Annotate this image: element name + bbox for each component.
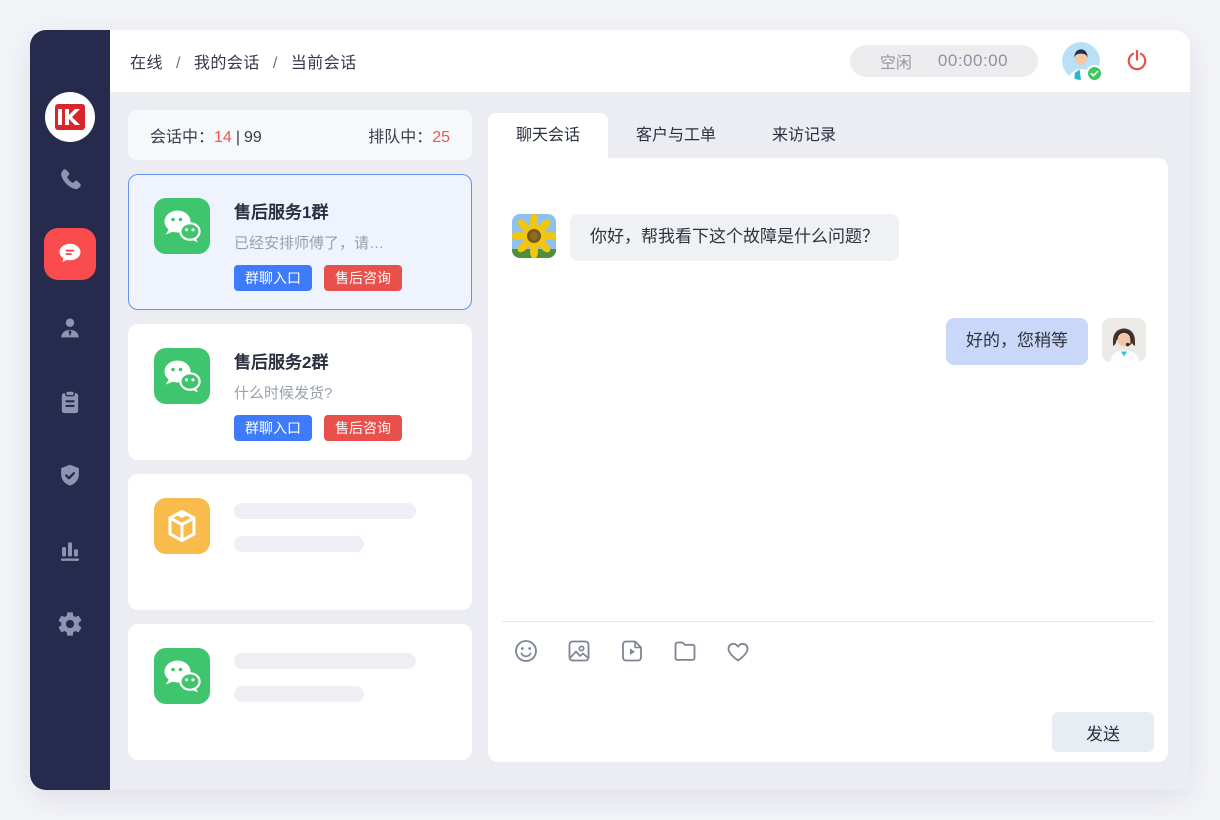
session-list-panel: 会话中：14|99 排队中：25: [128, 110, 472, 760]
agent-avatar-headset: [1102, 318, 1146, 362]
app-logo: [45, 92, 95, 142]
app-window: 在线 / 我的会话 / 当前会话 空闲 00:00:00: [30, 30, 1190, 790]
session-card-title: 售后服务1群: [234, 198, 402, 223]
in-session-total: 99: [244, 129, 262, 146]
check-icon: [1090, 69, 1099, 78]
nav-item-contacts[interactable]: [44, 302, 96, 354]
folder-icon: [671, 637, 699, 665]
nav-item-settings[interactable]: [44, 598, 96, 650]
power-icon: [1125, 49, 1149, 73]
placeholder-bar: [234, 653, 416, 669]
phone-icon: [56, 166, 84, 194]
in-session-count: 会话中：14|99: [150, 123, 262, 147]
heart-icon: [724, 637, 752, 665]
gear-icon: [56, 610, 84, 638]
queue-count: 排队中：25: [368, 123, 450, 147]
agent-avatar[interactable]: [1062, 42, 1100, 80]
emoji-icon: [512, 637, 540, 665]
session-card-tags: 群聊入口 售后咨询: [234, 415, 402, 441]
outgoing-message-bubble: 好的，您稍等: [946, 318, 1088, 365]
nav-item-calls[interactable]: [44, 154, 96, 206]
message-outgoing: 好的，您稍等: [946, 318, 1146, 365]
wechat-icon: [154, 648, 210, 704]
placeholder-bar: [234, 536, 364, 552]
session-card-title: 售后服务2群: [234, 348, 402, 373]
session-counter-bar: 会话中：14|99 排队中：25: [128, 110, 472, 160]
nav-item-security[interactable]: [44, 450, 96, 502]
queue-number: 25: [432, 129, 450, 146]
placeholder-bar: [234, 503, 416, 519]
breadcrumb: 在线 / 我的会话 / 当前会话: [130, 49, 357, 73]
favorite-button[interactable]: [724, 637, 752, 665]
bar-chart-icon: [56, 536, 84, 564]
send-button[interactable]: 发送: [1052, 712, 1154, 752]
top-header: 在线 / 我的会话 / 当前会话 空闲 00:00:00: [110, 30, 1190, 92]
breadcrumb-current-session[interactable]: 当前会话: [291, 55, 357, 72]
breadcrumb-separator: /: [176, 55, 181, 72]
nav-item-tasks[interactable]: [44, 376, 96, 428]
session-card-placeholder[interactable]: [128, 474, 472, 610]
chat-bubble-icon: [56, 240, 84, 268]
online-badge: [1086, 65, 1103, 82]
incoming-message-bubble: 你好，帮我看下这个故障是什么问题？: [570, 214, 899, 261]
in-session-current: 14: [214, 129, 232, 146]
wechat-icon: [154, 348, 210, 404]
session-card-tags: 群聊入口 售后咨询: [234, 265, 402, 291]
chat-tabs: 聊天会话 客户与工单 来访记录: [488, 113, 1168, 158]
group-entry-tag[interactable]: 群聊入口: [234, 415, 312, 441]
user-icon: [56, 314, 84, 342]
placeholder-text-bars: [234, 498, 416, 609]
emoji-button[interactable]: [512, 637, 540, 665]
cube-icon: [154, 498, 210, 554]
message-incoming: 你好，帮我看下这个故障是什么问题？: [512, 214, 899, 261]
header-right: 空闲 00:00:00: [850, 42, 1150, 80]
breadcrumb-separator: /: [273, 55, 278, 72]
status-timer: 00:00:00: [938, 51, 1008, 71]
send-video-button[interactable]: [618, 637, 646, 665]
session-card-preview: 已经安排师傅了，请…: [234, 232, 402, 253]
session-card-body: 售后服务1群 已经安排师傅了，请… 群聊入口 售后咨询: [234, 198, 402, 309]
aftersales-consult-tag[interactable]: 售后咨询: [324, 415, 402, 441]
brand-logo-icon: [55, 104, 85, 130]
placeholder-text-bars: [234, 648, 416, 759]
breadcrumb-online[interactable]: 在线: [130, 55, 163, 72]
sidebar-nav: [30, 154, 110, 650]
send-image-button[interactable]: [565, 637, 593, 665]
status-label: 空闲: [880, 49, 912, 73]
composer-divider: [502, 621, 1154, 622]
wechat-icon: [154, 198, 210, 254]
send-file-button[interactable]: [671, 637, 699, 665]
nav-item-reports[interactable]: [44, 524, 96, 576]
chat-panel: 你好，帮我看下这个故障是什么问题？ 好的，您稍等: [488, 158, 1168, 762]
shield-check-icon: [56, 462, 84, 490]
session-card-body: 售后服务2群 什么时候发货? 群聊入口 售后咨询: [234, 348, 402, 459]
placeholder-bar: [234, 686, 364, 702]
agent-status-pill[interactable]: 空闲 00:00:00: [850, 45, 1038, 77]
content-area: 会话中：14|99 排队中：25: [110, 92, 1190, 790]
group-entry-tag[interactable]: 群聊入口: [234, 265, 312, 291]
tab-chat-session[interactable]: 聊天会话: [488, 113, 608, 158]
customer-avatar-sunflower: [512, 214, 556, 258]
breadcrumb-my-sessions[interactable]: 我的会话: [194, 55, 260, 72]
session-card-aftersales-group2[interactable]: 售后服务2群 什么时候发货? 群聊入口 售后咨询: [128, 324, 472, 460]
nav-item-chats[interactable]: [44, 228, 96, 280]
chat-region: 聊天会话 客户与工单 来访记录: [488, 113, 1168, 762]
composer-toolbar: [512, 637, 752, 665]
video-icon: [618, 637, 646, 665]
tab-visit-records[interactable]: 来访记录: [744, 113, 864, 158]
sidebar: [30, 30, 110, 790]
logout-power-button[interactable]: [1124, 48, 1150, 74]
aftersales-consult-tag[interactable]: 售后咨询: [324, 265, 402, 291]
session-card-preview: 什么时候发货?: [234, 382, 402, 403]
session-card-placeholder[interactable]: [128, 624, 472, 760]
tab-customer-tickets[interactable]: 客户与工单: [608, 113, 744, 158]
image-icon: [565, 637, 593, 665]
session-card-aftersales-group1[interactable]: 售后服务1群 已经安排师傅了，请… 群聊入口 售后咨询: [128, 174, 472, 310]
clipboard-icon: [56, 388, 84, 416]
